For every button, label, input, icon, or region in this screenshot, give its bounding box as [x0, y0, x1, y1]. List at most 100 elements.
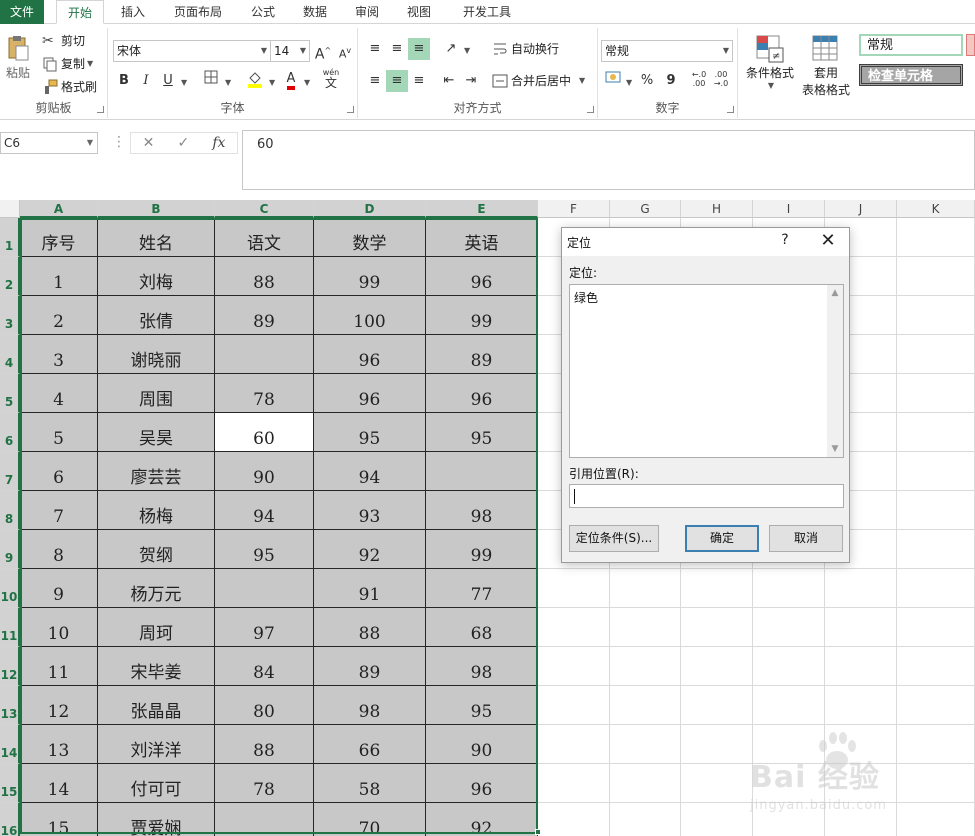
empty-cell[interactable]	[897, 686, 975, 725]
tab-page-layout[interactable]: 页面布局	[164, 0, 232, 24]
empty-cell[interactable]	[897, 569, 975, 608]
chevron-down-icon[interactable]: ▼	[304, 78, 310, 87]
alignment-launcher-icon[interactable]	[587, 106, 594, 113]
table-cell[interactable]: 8	[20, 530, 98, 569]
empty-cell[interactable]	[897, 374, 975, 413]
table-cell[interactable]	[215, 569, 314, 608]
table-cell[interactable]: 94	[215, 491, 314, 530]
phonetic-button[interactable]: wén 文	[320, 68, 342, 90]
fill-handle[interactable]	[535, 829, 541, 835]
listbox-scrollbar[interactable]: ▲ ▼	[827, 285, 843, 457]
decrease-indent-button[interactable]: ⇤	[438, 70, 460, 92]
column-header-d[interactable]: D	[314, 200, 426, 218]
column-header-b[interactable]: B	[98, 200, 215, 218]
bold-button[interactable]: B	[113, 70, 135, 92]
column-header-j[interactable]: J	[825, 200, 897, 218]
increase-indent-button[interactable]: ⇥	[460, 70, 482, 92]
close-icon[interactable]: ✕	[817, 230, 839, 252]
number-format-select[interactable]: 常规 ▼	[601, 40, 733, 62]
table-cell[interactable]: 3	[20, 335, 98, 374]
row-header[interactable]: 14	[0, 725, 20, 764]
table-cell[interactable]: 98	[426, 491, 538, 530]
tab-review[interactable]: 审阅	[346, 0, 388, 24]
empty-cell[interactable]	[897, 491, 975, 530]
table-cell[interactable]: 95	[426, 686, 538, 725]
table-cell[interactable]: 周围	[98, 374, 215, 413]
table-cell[interactable]: 80	[215, 686, 314, 725]
cell-style-normal[interactable]: 常规	[859, 34, 963, 56]
increase-decimal-button[interactable]: ←.0.00	[688, 70, 710, 92]
help-icon[interactable]: ?	[778, 232, 792, 248]
dialog-titlebar[interactable]: 定位 ? ✕	[562, 228, 849, 256]
special-button[interactable]: 定位条件(S)...	[569, 525, 659, 552]
row-header[interactable]: 6	[0, 413, 20, 452]
table-cell[interactable]: 贺纲	[98, 530, 215, 569]
tab-view[interactable]: 视图	[398, 0, 440, 24]
table-cell[interactable]: 张晶晶	[98, 686, 215, 725]
scroll-down-icon[interactable]: ▼	[827, 441, 843, 457]
table-cell[interactable]: 谢晓丽	[98, 335, 215, 374]
table-cell[interactable]: 周珂	[98, 608, 215, 647]
table-cell[interactable]: 2	[20, 296, 98, 335]
table-cell[interactable]: 4	[20, 374, 98, 413]
drag-handle-icon[interactable]: ⋮	[112, 134, 126, 150]
tab-insert[interactable]: 插入	[112, 0, 154, 24]
ok-button[interactable]: 确定	[685, 525, 759, 552]
borders-button[interactable]	[200, 70, 222, 92]
table-cell[interactable]: 杨梅	[98, 491, 215, 530]
table-cell[interactable]: 15	[20, 803, 98, 836]
table-cell[interactable]: 刘洋洋	[98, 725, 215, 764]
active-cell[interactable]: 60	[215, 413, 314, 452]
row-header[interactable]: 8	[0, 491, 20, 530]
copy-button[interactable]: 复制 ▼	[42, 55, 93, 72]
column-header-a[interactable]: A	[20, 200, 98, 218]
row-header[interactable]: 2	[0, 257, 20, 296]
empty-cell[interactable]	[897, 296, 975, 335]
empty-cell[interactable]	[825, 569, 897, 608]
row-header[interactable]: 7	[0, 452, 20, 491]
table-cell[interactable]: 100	[314, 296, 426, 335]
table-cell[interactable]: 94	[314, 452, 426, 491]
empty-cell[interactable]	[897, 257, 975, 296]
cell-style-check-cell[interactable]: 检查单元格	[859, 64, 963, 86]
empty-cell[interactable]	[538, 647, 610, 686]
table-cell[interactable]: 13	[20, 725, 98, 764]
table-cell[interactable]: 廖芸芸	[98, 452, 215, 491]
table-cell[interactable]: 96	[426, 257, 538, 296]
row-header[interactable]: 5	[0, 374, 20, 413]
grow-font-button[interactable]: A^	[312, 40, 334, 63]
table-cell[interactable]	[215, 335, 314, 374]
decrease-decimal-button[interactable]: .00 →.0	[710, 70, 732, 92]
empty-cell[interactable]	[681, 686, 753, 725]
table-cell[interactable]: 5	[20, 413, 98, 452]
paste-button[interactable]: 粘贴	[4, 34, 32, 81]
empty-cell[interactable]	[825, 647, 897, 686]
table-cell[interactable]: 95	[426, 413, 538, 452]
empty-cell[interactable]	[825, 608, 897, 647]
percent-button[interactable]: %	[636, 70, 658, 92]
font-size-select[interactable]: 14 ▼	[270, 40, 310, 62]
header-cell[interactable]: 数学	[314, 218, 426, 257]
empty-cell[interactable]	[610, 647, 681, 686]
empty-cell[interactable]	[753, 608, 825, 647]
font-color-button[interactable]: A	[280, 68, 302, 90]
table-cell[interactable]: 91	[314, 569, 426, 608]
empty-cell[interactable]	[897, 413, 975, 452]
empty-cell[interactable]	[610, 608, 681, 647]
shrink-font-button[interactable]: Av	[334, 40, 356, 62]
empty-cell[interactable]	[825, 686, 897, 725]
row-header[interactable]: 11	[0, 608, 20, 647]
table-cell[interactable]: 93	[314, 491, 426, 530]
empty-cell[interactable]	[897, 218, 975, 257]
align-top-button[interactable]: ≡	[364, 38, 386, 60]
table-cell[interactable]: 88	[215, 725, 314, 764]
table-cell[interactable]: 7	[20, 491, 98, 530]
format-painter-button[interactable]: 格式刷	[42, 78, 97, 95]
chevron-down-icon[interactable]: ▼	[225, 78, 231, 87]
tab-home[interactable]: 开始	[56, 0, 104, 24]
table-cell[interactable]: 99	[426, 296, 538, 335]
table-cell[interactable]: 宋毕姜	[98, 647, 215, 686]
empty-cell[interactable]	[753, 686, 825, 725]
table-cell[interactable]: 11	[20, 647, 98, 686]
header-cell[interactable]: 序号	[20, 218, 98, 257]
